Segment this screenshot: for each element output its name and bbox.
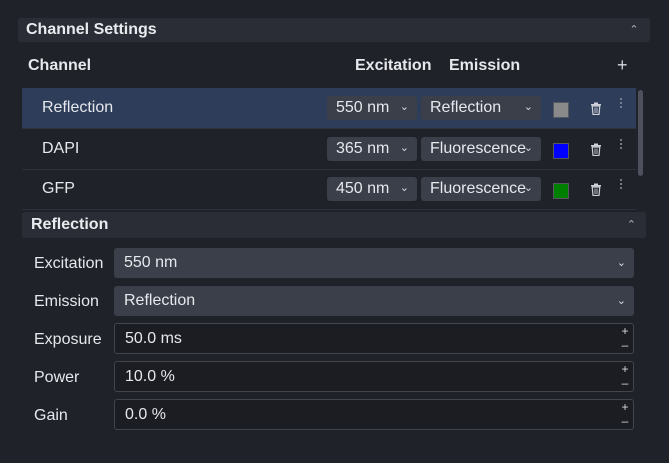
exposure-stepper[interactable]: + – (619, 324, 631, 353)
power-value: 10.0 % (125, 368, 175, 385)
column-header-emission: Emission (449, 57, 521, 74)
kebab-menu-icon[interactable] (618, 177, 624, 195)
power-stepper[interactable]: + – (619, 362, 631, 391)
excitation-value: 365 nm (336, 140, 390, 157)
excitation-dropdown[interactable]: 550 nm ⌄ (114, 248, 634, 278)
minus-icon[interactable]: – (619, 414, 631, 428)
chevron-down-icon: ⌄ (399, 182, 409, 194)
emission-select[interactable]: Fluorescence ⌄ (421, 137, 541, 161)
chevron-down-icon: ⌄ (616, 295, 626, 307)
plus-icon[interactable]: + (619, 324, 631, 338)
emission-select[interactable]: Fluorescence ⌄ (421, 177, 541, 201)
kebab-menu-icon[interactable] (618, 96, 624, 114)
chevron-down-icon: ⌄ (616, 257, 626, 269)
minus-icon[interactable]: – (619, 376, 631, 390)
exposure-spinbox[interactable]: 50.0 ms + – (114, 323, 634, 354)
channel-settings-header[interactable]: Channel Settings ⌃ (18, 18, 650, 42)
chevron-up-icon[interactable]: ⌃ (628, 23, 640, 36)
detail-header[interactable]: Reflection ⌃ (22, 212, 646, 238)
column-header-channel: Channel (28, 57, 92, 74)
exposure-value: 50.0 ms (125, 330, 182, 347)
excitation-value: 550 nm (336, 99, 390, 116)
channel-name: GFP (42, 180, 75, 197)
chevron-down-icon: ⌄ (523, 182, 533, 194)
gain-stepper[interactable]: + – (619, 400, 631, 429)
emission-dropdown-value: Reflection (124, 292, 196, 309)
excitation-label: Excitation (34, 255, 104, 272)
minus-icon[interactable]: – (619, 338, 631, 352)
power-spinbox[interactable]: 10.0 % + – (114, 361, 634, 392)
chevron-down-icon: ⌄ (399, 101, 409, 113)
channel-row-dapi[interactable]: DAPI 365 nm ⌄ Fluorescence ⌄ (22, 129, 636, 170)
color-swatch[interactable] (553, 102, 569, 118)
plus-icon[interactable]: + (619, 400, 631, 414)
kebab-menu-icon[interactable] (618, 137, 624, 155)
detail-title: Reflection (31, 216, 109, 233)
power-label: Power (34, 369, 80, 386)
channel-name: Reflection (42, 99, 114, 116)
excitation-value: 450 nm (336, 180, 390, 197)
chevron-down-icon: ⌄ (399, 142, 409, 154)
color-swatch[interactable] (553, 183, 569, 199)
channel-name: DAPI (42, 140, 80, 157)
list-scrollbar[interactable] (638, 90, 643, 176)
channel-row-reflection[interactable]: Reflection 550 nm ⌄ Reflection ⌄ (22, 88, 636, 129)
excitation-dropdown-value: 550 nm (124, 254, 178, 271)
emission-select[interactable]: Reflection ⌄ (421, 96, 541, 120)
column-headers: Channel Excitation Emission + (18, 55, 650, 79)
excitation-select[interactable]: 450 nm ⌄ (327, 177, 417, 201)
plus-icon[interactable]: + (619, 362, 631, 376)
color-swatch[interactable] (553, 143, 569, 159)
emission-label: Emission (34, 293, 99, 310)
emission-value: Reflection (430, 99, 502, 116)
chevron-up-icon[interactable]: ⌃ (627, 218, 636, 231)
excitation-select[interactable]: 550 nm ⌄ (327, 96, 417, 120)
emission-value: Fluorescence (430, 180, 527, 197)
channel-list: Reflection 550 nm ⌄ Reflection ⌄ DAPI 36… (22, 88, 636, 210)
exposure-label: Exposure (34, 331, 102, 348)
gain-label: Gain (34, 407, 68, 424)
gain-spinbox[interactable]: 0.0 % + – (114, 399, 634, 430)
chevron-down-icon: ⌄ (523, 142, 533, 154)
emission-value: Fluorescence (430, 140, 527, 157)
emission-dropdown[interactable]: Reflection ⌄ (114, 286, 634, 316)
gain-value: 0.0 % (125, 406, 166, 423)
trash-icon[interactable] (590, 183, 602, 196)
chevron-down-icon: ⌄ (523, 101, 533, 113)
channel-row-gfp[interactable]: GFP 450 nm ⌄ Fluorescence ⌄ (22, 169, 636, 210)
trash-icon[interactable] (590, 102, 602, 115)
plus-icon[interactable]: + (617, 55, 628, 76)
excitation-select[interactable]: 365 nm ⌄ (327, 137, 417, 161)
panel-title: Channel Settings (26, 21, 157, 38)
trash-icon[interactable] (590, 143, 602, 156)
column-header-excitation: Excitation (355, 57, 432, 74)
